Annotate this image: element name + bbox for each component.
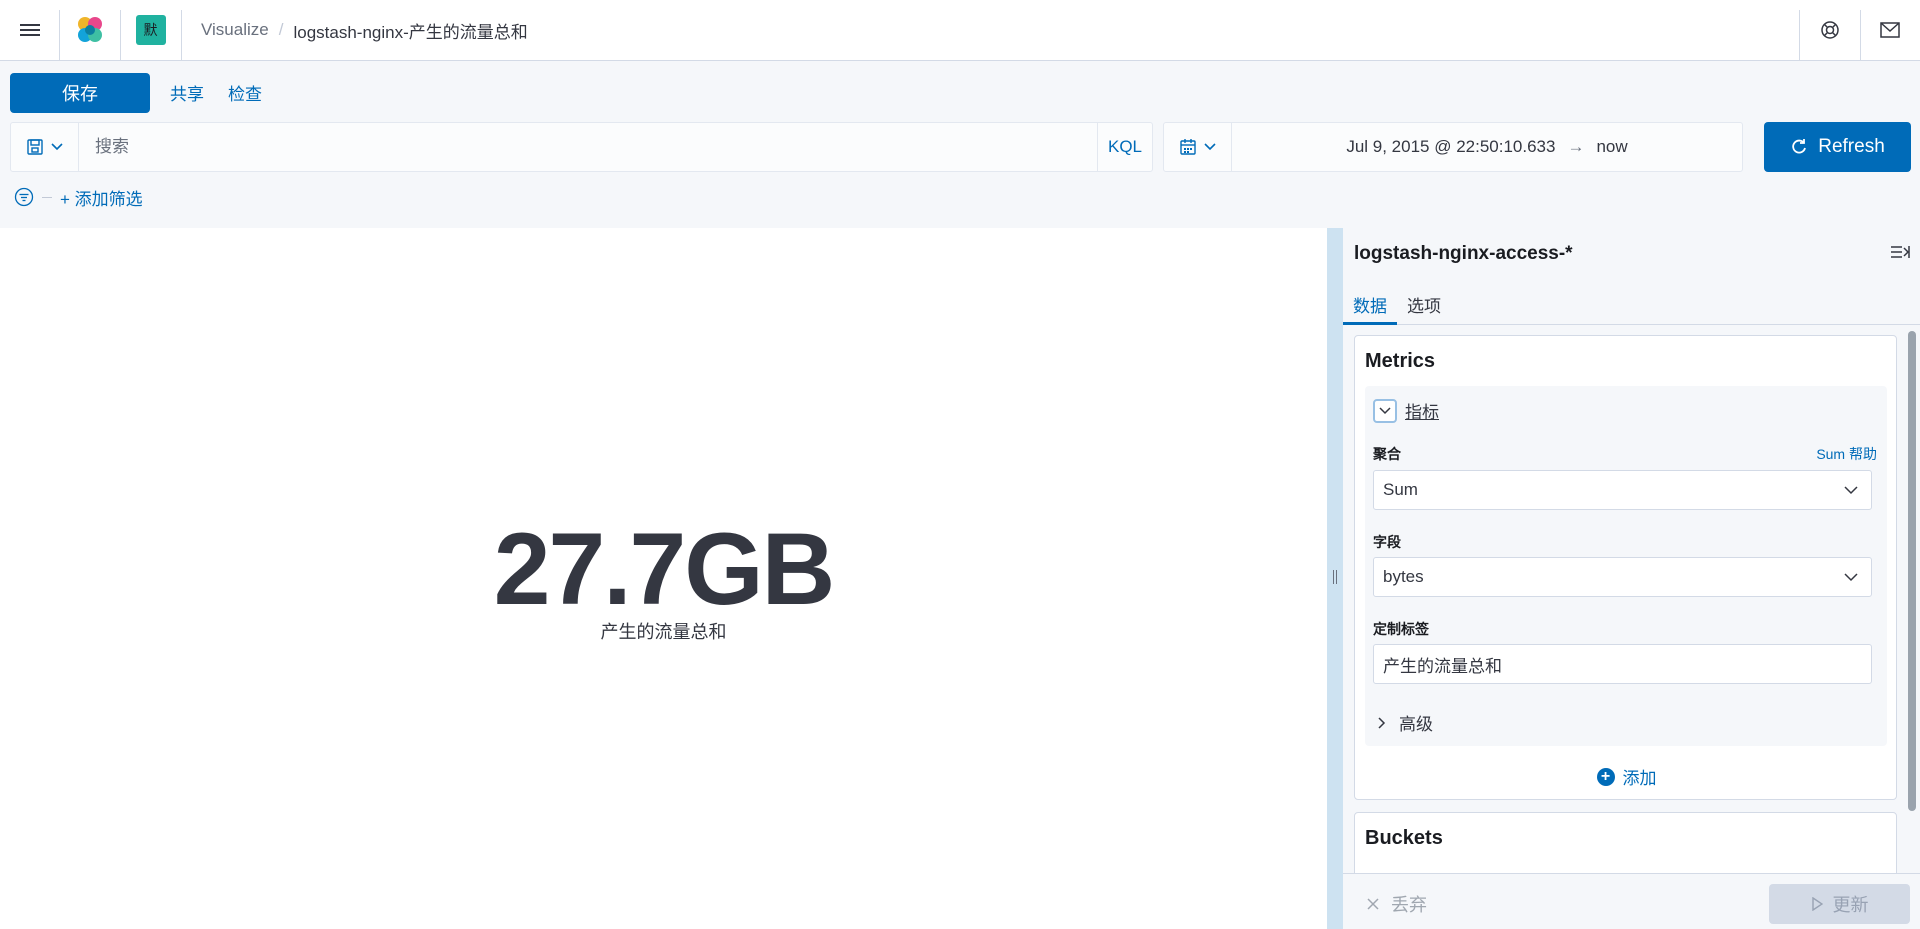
- metrics-panel: Metrics 指标 聚合 Sum 帮助 Sum 字段 bytes 定制标签 产…: [1354, 335, 1897, 800]
- metric-aggregation: 指标 聚合 Sum 帮助 Sum 字段 bytes 定制标签 产生的流量总和 高…: [1365, 386, 1887, 746]
- metric-value: 27.7GB: [493, 512, 836, 626]
- calendar-icon: [1179, 139, 1196, 155]
- sidebar-tabs: 数据 选项: [1343, 288, 1920, 325]
- add-label: 添加: [1622, 769, 1657, 788]
- date-start[interactable]: Jul 9, 2015 @ 22:50:10.633: [1346, 137, 1555, 157]
- custom-label-label: 定制标签: [1373, 621, 1429, 637]
- sidebar-footer: 丢弃 更新: [1343, 873, 1920, 929]
- date-range: Jul 9, 2015 @ 22:50:10.633 → now: [1232, 137, 1742, 157]
- advanced-label: 高级: [1399, 715, 1433, 734]
- share-link[interactable]: 共享: [170, 80, 204, 105]
- menu-icon[interactable]: [0, 0, 60, 60]
- breadcrumb: Visualize / logstash-nginx-产生的流量总和: [201, 0, 528, 60]
- tab-data[interactable]: 数据: [1343, 292, 1397, 325]
- aggregation-help-link[interactable]: Sum 帮助: [1816, 444, 1877, 464]
- app-header: 默 Visualize / logstash-nginx-产生的流量总和: [0, 0, 1920, 61]
- header-divider: [181, 10, 182, 60]
- add-filter-link[interactable]: + 添加筛选: [60, 185, 143, 210]
- filter-divider: [42, 196, 52, 198]
- refresh-button[interactable]: Refresh: [1764, 122, 1911, 172]
- chevron-down-icon: [1844, 573, 1858, 582]
- visualization-canvas: 27.7GB 产生的流量总和: [0, 228, 1327, 929]
- space-avatar: 默: [135, 15, 166, 45]
- elastic-logo[interactable]: [60, 0, 120, 60]
- buckets-panel: Buckets: [1354, 812, 1897, 873]
- buckets-title: Buckets: [1365, 827, 1443, 849]
- breadcrumb-visualize[interactable]: Visualize: [201, 20, 269, 40]
- chevron-down-icon[interactable]: [1373, 398, 1397, 423]
- save-button[interactable]: 保存: [10, 73, 150, 113]
- chevron-right-icon: [1378, 716, 1386, 729]
- advanced-toggle[interactable]: 高级: [1377, 710, 1433, 735]
- panel-resizer[interactable]: [1327, 228, 1343, 929]
- collapse-sidebar-icon[interactable]: [1890, 244, 1910, 265]
- aggregation-select[interactable]: Sum: [1373, 470, 1872, 510]
- discard-label: 丢弃: [1391, 895, 1427, 915]
- field-value: bytes: [1383, 567, 1424, 586]
- chevron-down-icon: [1844, 486, 1858, 495]
- search-input[interactable]: [79, 123, 1097, 171]
- chevron-down-icon: [1203, 143, 1216, 151]
- custom-label-input[interactable]: [1373, 644, 1872, 684]
- field-label: 字段: [1373, 534, 1401, 550]
- query-bar: KQL: [10, 122, 1153, 172]
- add-metric-button[interactable]: + 添加: [1355, 764, 1898, 789]
- refresh-label: Refresh: [1818, 136, 1885, 157]
- update-label: 更新: [1832, 895, 1869, 915]
- save-icon: [26, 139, 43, 155]
- quick-date-menu[interactable]: [1164, 123, 1232, 171]
- saved-query-menu[interactable]: [11, 123, 79, 171]
- drag-handle-icon[interactable]: [1333, 570, 1337, 584]
- arrow-right-icon: →: [1567, 137, 1585, 156]
- aggregation-value: Sum: [1383, 480, 1418, 499]
- space-selector[interactable]: 默: [120, 0, 181, 60]
- aggregation-label: 聚合: [1373, 446, 1401, 462]
- filter-icon[interactable]: [14, 187, 34, 207]
- aggregation-title[interactable]: 指标: [1405, 398, 1439, 423]
- chevron-down-icon: [50, 143, 63, 151]
- sidebar-header: logstash-nginx-access-* 数据 选项: [1343, 228, 1920, 325]
- editor-sidebar: logstash-nginx-access-* 数据 选项 Metrics 指标…: [1343, 228, 1920, 929]
- field-select[interactable]: bytes: [1373, 557, 1872, 597]
- sidebar-scroll-area: Metrics 指标 聚合 Sum 帮助 Sum 字段 bytes 定制标签 产…: [1343, 325, 1920, 873]
- play-icon: [1811, 897, 1823, 911]
- metric-label: 产生的流量总和: [600, 622, 727, 642]
- plus-circle-icon: +: [1596, 767, 1615, 786]
- date-picker: Jul 9, 2015 @ 22:50:10.633 → now: [1163, 122, 1743, 172]
- metrics-title: Metrics: [1365, 350, 1436, 372]
- mail-icon[interactable]: [1860, 0, 1920, 60]
- discard-button[interactable]: 丢弃: [1367, 891, 1427, 917]
- help-icon[interactable]: [1800, 0, 1860, 60]
- breadcrumb-separator: /: [278, 20, 284, 39]
- inspect-link[interactable]: 检查: [228, 80, 262, 105]
- index-pattern-title: logstash-nginx-access-*: [1354, 243, 1573, 264]
- update-button[interactable]: 更新: [1769, 884, 1910, 924]
- refresh-icon: [1792, 139, 1807, 154]
- scrollbar[interactable]: [1908, 331, 1916, 811]
- tab-options[interactable]: 选项: [1397, 292, 1451, 323]
- kql-toggle[interactable]: KQL: [1097, 123, 1152, 171]
- aggregation-header: 指标: [1373, 398, 1439, 423]
- breadcrumb-current: logstash-nginx-产生的流量总和: [293, 22, 528, 42]
- date-end[interactable]: now: [1596, 137, 1627, 157]
- close-icon: [1367, 898, 1379, 910]
- filter-bar: + 添加筛选: [14, 185, 143, 210]
